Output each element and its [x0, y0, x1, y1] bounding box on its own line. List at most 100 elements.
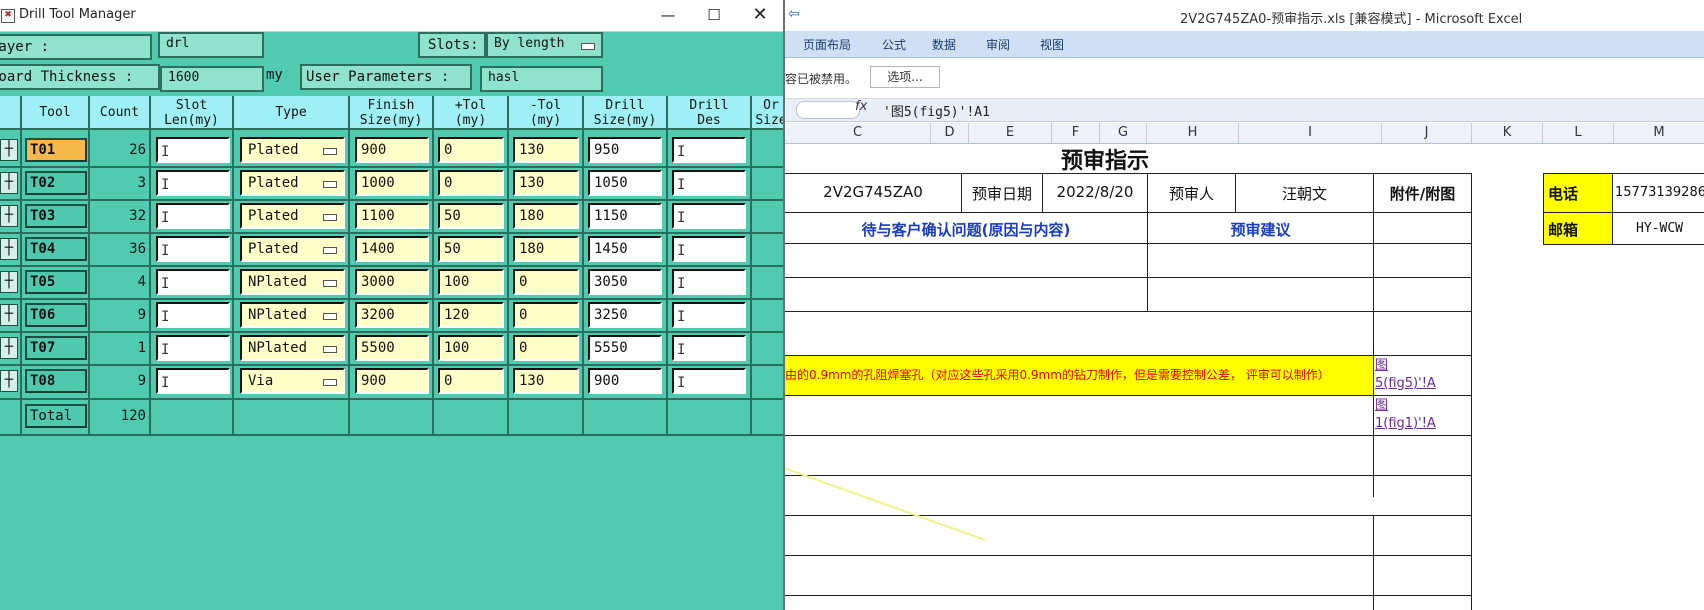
type-dropdown[interactable]: NPlated	[240, 269, 345, 295]
header-orig-size[interactable]: Or Size	[752, 96, 783, 130]
type-dropdown[interactable]: NPlated	[240, 302, 345, 328]
type-dropdown[interactable]: NPlated	[240, 335, 345, 361]
plus-tol-input[interactable]: 50	[438, 203, 504, 229]
finish-size-input[interactable]: 1100	[355, 203, 429, 229]
plus-tol-input[interactable]: 120	[438, 302, 504, 328]
count-cell: 1	[137, 340, 146, 356]
slots-dropdown[interactable]: By length	[486, 32, 603, 58]
type-value: Plated	[248, 208, 299, 224]
drill-des-input[interactable]: I	[672, 203, 746, 229]
header-slot-len[interactable]: Slot Len(my)	[151, 96, 234, 130]
type-dropdown[interactable]: Plated	[240, 236, 345, 262]
finish-size-input[interactable]: 3200	[355, 302, 429, 328]
drill-size-input[interactable]: 5550	[588, 335, 662, 361]
board-thickness-input[interactable]: 1600	[160, 66, 264, 92]
plus-tol-input[interactable]: 100	[438, 269, 504, 295]
drill-des-input[interactable]: I	[672, 269, 746, 295]
finish-size-input[interactable]: 3000	[355, 269, 429, 295]
plus-tol-input[interactable]: 50	[438, 236, 504, 262]
slot-len-input[interactable]: I	[156, 269, 230, 295]
user-parameters-input[interactable]: hasl	[480, 66, 603, 92]
expand-row-icon[interactable]: ┼	[0, 172, 18, 194]
type-dropdown[interactable]: Plated	[240, 203, 345, 229]
tool-button-t03[interactable]: T03	[25, 204, 87, 228]
grid-line	[232, 130, 234, 436]
layer-input[interactable]: drl	[158, 32, 264, 58]
finish-size-input[interactable]: 900	[355, 137, 429, 163]
slot-len-input[interactable]: I	[156, 236, 230, 262]
finish-size-input[interactable]: 1400	[355, 236, 429, 262]
drill-size-input[interactable]: 950	[588, 137, 662, 163]
drill-des-input[interactable]: I	[672, 335, 746, 361]
slot-len-input[interactable]: I	[156, 203, 230, 229]
expand-row-icon[interactable]: ┼	[0, 337, 18, 359]
drill-size-input[interactable]: 1450	[588, 236, 662, 262]
drill-size-input[interactable]: 1050	[588, 170, 662, 196]
expand-row-icon[interactable]: ┼	[0, 205, 18, 227]
minus-tol-input[interactable]: 0	[513, 269, 579, 295]
header-drill-des[interactable]: Drill Des	[668, 96, 752, 130]
header-plus-tol[interactable]: +Tol (my)	[434, 96, 509, 130]
plus-tol-input[interactable]: 0	[438, 170, 504, 196]
expand-row-icon[interactable]: ┼	[0, 271, 18, 293]
tool-button-t04[interactable]: T04	[25, 237, 87, 261]
minus-tol-input[interactable]: 130	[513, 170, 579, 196]
expand-row-icon[interactable]: ┼	[0, 238, 18, 260]
grid-line	[0, 331, 783, 333]
type-dropdown[interactable]: Plated	[240, 170, 345, 196]
expand-row-icon[interactable]: ┼	[0, 304, 18, 326]
minus-tol-input[interactable]: 180	[513, 236, 579, 262]
tool-button-t01[interactable]: T01	[25, 138, 87, 162]
finish-size-input[interactable]: 1000	[355, 170, 429, 196]
drill-des-input[interactable]: I	[672, 170, 746, 196]
user-parameters-label: User Parameters :	[300, 64, 472, 90]
slot-len-input[interactable]: I	[156, 137, 230, 163]
drill-size-input[interactable]: 900	[588, 368, 662, 394]
drill-size-input[interactable]: 3050	[588, 269, 662, 295]
slot-len-input[interactable]: I	[156, 335, 230, 361]
drill-des-input[interactable]: I	[672, 137, 746, 163]
slot-len-input[interactable]: I	[156, 368, 230, 394]
plus-tol-input[interactable]: 0	[438, 368, 504, 394]
minus-tol-input[interactable]: 130	[513, 368, 579, 394]
total-button[interactable]: Total	[25, 404, 87, 428]
slots-label: Slots:	[418, 32, 486, 58]
minus-tol-input[interactable]: 0	[513, 335, 579, 361]
tool-button-t05[interactable]: T05	[25, 270, 87, 294]
type-value: NPlated	[248, 274, 308, 290]
header-count[interactable]: Count	[90, 96, 151, 130]
expand-row-icon[interactable]: ┼	[0, 370, 18, 392]
tool-button-t08[interactable]: T08	[25, 369, 87, 393]
drill-size-input[interactable]: 1150	[588, 203, 662, 229]
minimize-icon[interactable]: —	[656, 3, 680, 27]
header-type[interactable]: Type	[234, 96, 350, 130]
plus-tol-input[interactable]: 0	[438, 137, 504, 163]
slot-len-input[interactable]: I	[156, 302, 230, 328]
minus-tol-input[interactable]: 0	[513, 302, 579, 328]
count-cell: 9	[137, 373, 146, 389]
type-dropdown[interactable]: Via	[240, 368, 345, 394]
drill-size-input[interactable]: 3250	[588, 302, 662, 328]
finish-size-input[interactable]: 5500	[355, 335, 429, 361]
tool-button-t06[interactable]: T06	[25, 303, 87, 327]
tool-button-t02[interactable]: T02	[25, 171, 87, 195]
minus-tol-input[interactable]: 180	[513, 203, 579, 229]
drill-des-input[interactable]: I	[672, 302, 746, 328]
drill-des-input[interactable]: I	[672, 368, 746, 394]
header-minus-tol[interactable]: -Tol (my)	[509, 96, 584, 130]
dropdown-icon	[323, 148, 337, 155]
minus-tol-input[interactable]: 130	[513, 137, 579, 163]
slot-len-input[interactable]: I	[156, 170, 230, 196]
tool-button-t07[interactable]: T07	[25, 336, 87, 360]
type-dropdown[interactable]: Plated	[240, 137, 345, 163]
close-icon[interactable]: ✕	[748, 3, 772, 27]
drill-des-input[interactable]: I	[672, 236, 746, 262]
dropdown-icon	[323, 280, 337, 287]
header-drill-size[interactable]: Drill Size(my)	[584, 96, 668, 130]
plus-tol-input[interactable]: 100	[438, 335, 504, 361]
header-finish-size[interactable]: Finish Size(my)	[350, 96, 434, 130]
expand-row-icon[interactable]: ┼	[0, 139, 18, 161]
maximize-icon[interactable]: ☐	[702, 3, 726, 27]
header-tool[interactable]: Tool	[22, 96, 90, 130]
finish-size-input[interactable]: 900	[355, 368, 429, 394]
